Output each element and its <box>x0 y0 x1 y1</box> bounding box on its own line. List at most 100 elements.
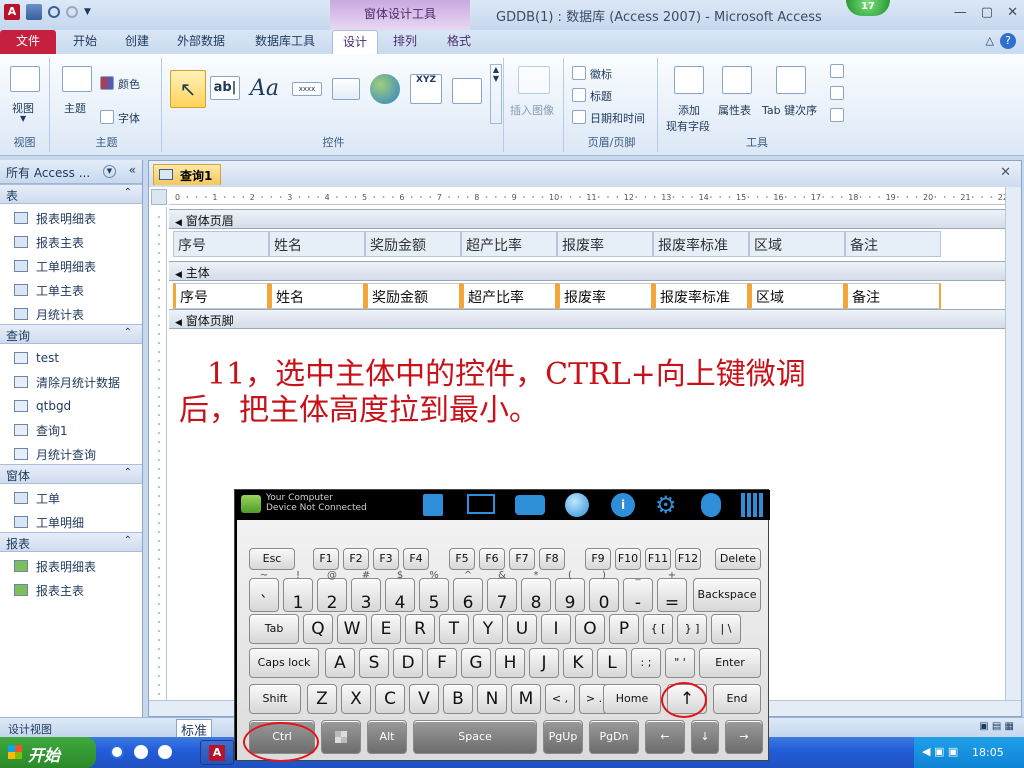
key-z[interactable]: Z <box>307 684 337 714</box>
key-3[interactable]: #3 <box>351 570 381 613</box>
insert-image-button[interactable]: 插入图像 <box>510 102 554 118</box>
key-home[interactable]: Home <box>603 684 661 714</box>
key-i[interactable]: I <box>541 614 571 644</box>
close-document-icon[interactable]: ✕ <box>1000 165 1011 180</box>
subform-icon[interactable] <box>830 64 844 78</box>
tab-database-tools[interactable]: 数据库工具 <box>244 30 326 54</box>
key-o[interactable]: O <box>575 614 605 644</box>
collapse-chevron-icon[interactable]: ⌃ <box>124 187 132 198</box>
key-p[interactable]: P <box>609 614 639 644</box>
key-6[interactable]: ^ 6 <box>453 570 483 613</box>
start-button[interactable]: 开始 <box>0 737 96 768</box>
key-h[interactable]: H <box>495 648 525 678</box>
detail-textbox-control[interactable]: 姓名 <box>269 283 365 309</box>
detail-band[interactable]: ◀ 主体 <box>169 261 1007 281</box>
customize-qat-icon[interactable]: ▼ <box>84 7 91 17</box>
key-r[interactable]: R <box>405 614 435 644</box>
title-button[interactable]: 标题 <box>590 88 612 104</box>
detail-textbox-control[interactable]: 区域 <box>749 283 845 309</box>
header-label-control[interactable]: 超产比率 <box>461 231 557 257</box>
key-n[interactable]: N <box>477 684 507 714</box>
key-w[interactable]: W <box>337 614 367 644</box>
header-label-control[interactable]: 备注 <box>845 231 941 257</box>
convert-macros-icon[interactable] <box>830 108 844 122</box>
key-g[interactable]: G <box>461 648 491 678</box>
theme-icon[interactable] <box>62 66 92 92</box>
header-label-control[interactable]: 区域 <box>749 231 845 257</box>
logo-icon[interactable] <box>572 66 586 80</box>
vertical-scrollbar[interactable] <box>1005 187 1021 701</box>
fonts-icon[interactable] <box>100 110 114 124</box>
settings-gear-icon[interactable]: ⚙ <box>655 491 677 519</box>
key-bracket[interactable]: { [ <box>643 614 673 644</box>
key-a[interactable]: A <box>325 648 355 678</box>
nav-header[interactable]: 所有 Access ... ▼ « <box>0 160 142 184</box>
key-d[interactable]: D <box>393 648 423 678</box>
datetime-button[interactable]: 日期和时间 <box>590 110 645 126</box>
key-f10[interactable]: F10 <box>615 548 641 570</box>
key-v[interactable]: V <box>409 684 439 714</box>
logo-button[interactable]: 徽标 <box>590 66 612 82</box>
save-icon[interactable] <box>26 4 42 20</box>
add-fields-button-line1[interactable]: 添加 <box>678 102 700 118</box>
key-punct[interactable]: " ' <box>665 648 695 678</box>
key-f9[interactable]: F9 <box>585 548 611 570</box>
key-delete[interactable]: Delete <box>715 548 761 570</box>
header-label-control[interactable]: 奖励金额 <box>365 231 461 257</box>
colors-button[interactable]: 颜色 <box>118 76 140 92</box>
key-b[interactable]: B <box>443 684 473 714</box>
key-enter[interactable]: Enter <box>699 648 761 678</box>
camera-icon[interactable] <box>515 495 545 515</box>
key-backspace[interactable]: Backspace <box>693 578 761 612</box>
colors-icon[interactable] <box>100 76 114 90</box>
tab-design[interactable]: 设计 <box>332 30 378 54</box>
tab-format[interactable]: 格式 <box>436 30 482 54</box>
nav-item[interactable]: 工单明细表 <box>0 252 142 276</box>
key-y[interactable]: Y <box>473 614 503 644</box>
form-selector-icon[interactable] <box>151 189 167 205</box>
key-8[interactable]: * 8 <box>521 570 551 613</box>
key-bracket[interactable]: | \ <box>711 614 741 644</box>
minimize-ribbon-icon[interactable]: △ <box>986 34 994 47</box>
tab-order-icon[interactable] <box>776 66 806 94</box>
tab-home[interactable]: 开始 <box>60 30 110 54</box>
detail-textbox-control[interactable]: 报废率标准 <box>653 283 749 309</box>
key-0[interactable]: ~ ` <box>249 570 279 613</box>
key-pgup[interactable]: PgUp <box>543 720 583 754</box>
form-footer-band[interactable]: ◀ 窗体页脚 <box>169 309 1007 329</box>
key-punct[interactable]: : ; <box>631 648 661 678</box>
add-fields-icon[interactable] <box>674 66 704 94</box>
minimize-icon[interactable]: — <box>954 5 967 20</box>
detail-textbox-control[interactable]: 序号 <box>173 283 269 309</box>
key-c[interactable]: C <box>375 684 405 714</box>
detail-textbox-control[interactable]: 超产比率 <box>461 283 557 309</box>
key-j[interactable]: J <box>529 648 559 678</box>
tab-control-icon[interactable] <box>332 78 360 100</box>
help-icon[interactable]: ? <box>1000 33 1016 49</box>
key-2[interactable]: @2 <box>317 570 347 613</box>
key-esc[interactable]: Esc <box>249 548 295 570</box>
label-control-icon[interactable]: ab| <box>210 76 240 100</box>
ie-icon[interactable] <box>110 745 124 759</box>
key-f7[interactable]: F7 <box>509 548 535 570</box>
add-fields-button-line2[interactable]: 现有字段 <box>666 118 710 134</box>
nav-item[interactable]: 工单主表 <box>0 276 142 300</box>
hyperlink-control-icon[interactable] <box>370 74 400 104</box>
nav-item[interactable]: 月统计表 <box>0 300 142 324</box>
key-f2[interactable]: F2 <box>343 548 369 570</box>
insert-image-icon[interactable] <box>518 66 550 94</box>
key-f3[interactable]: F3 <box>373 548 399 570</box>
header-label-control[interactable]: 报废率 <box>557 231 653 257</box>
key-space[interactable]: Space <box>413 720 537 754</box>
key-t[interactable]: T <box>439 614 469 644</box>
key-1[interactable]: ! 1 <box>283 570 313 613</box>
tab-order-button[interactable]: Tab 键次序 <box>762 102 817 118</box>
form-header-band[interactable]: ◀ 窗体页眉 <box>169 209 1007 229</box>
header-label-control[interactable]: 姓名 <box>269 231 365 257</box>
nav-item[interactable]: 查询1 <box>0 416 142 440</box>
taskbar-access-button[interactable]: A <box>200 740 234 765</box>
button-control-icon[interactable]: xxxx <box>292 82 322 96</box>
key-caps-lock[interactable]: Caps lock <box>249 648 319 678</box>
document-tab-query1[interactable]: 查询1 <box>153 164 222 185</box>
key-windows[interactable] <box>321 720 361 754</box>
